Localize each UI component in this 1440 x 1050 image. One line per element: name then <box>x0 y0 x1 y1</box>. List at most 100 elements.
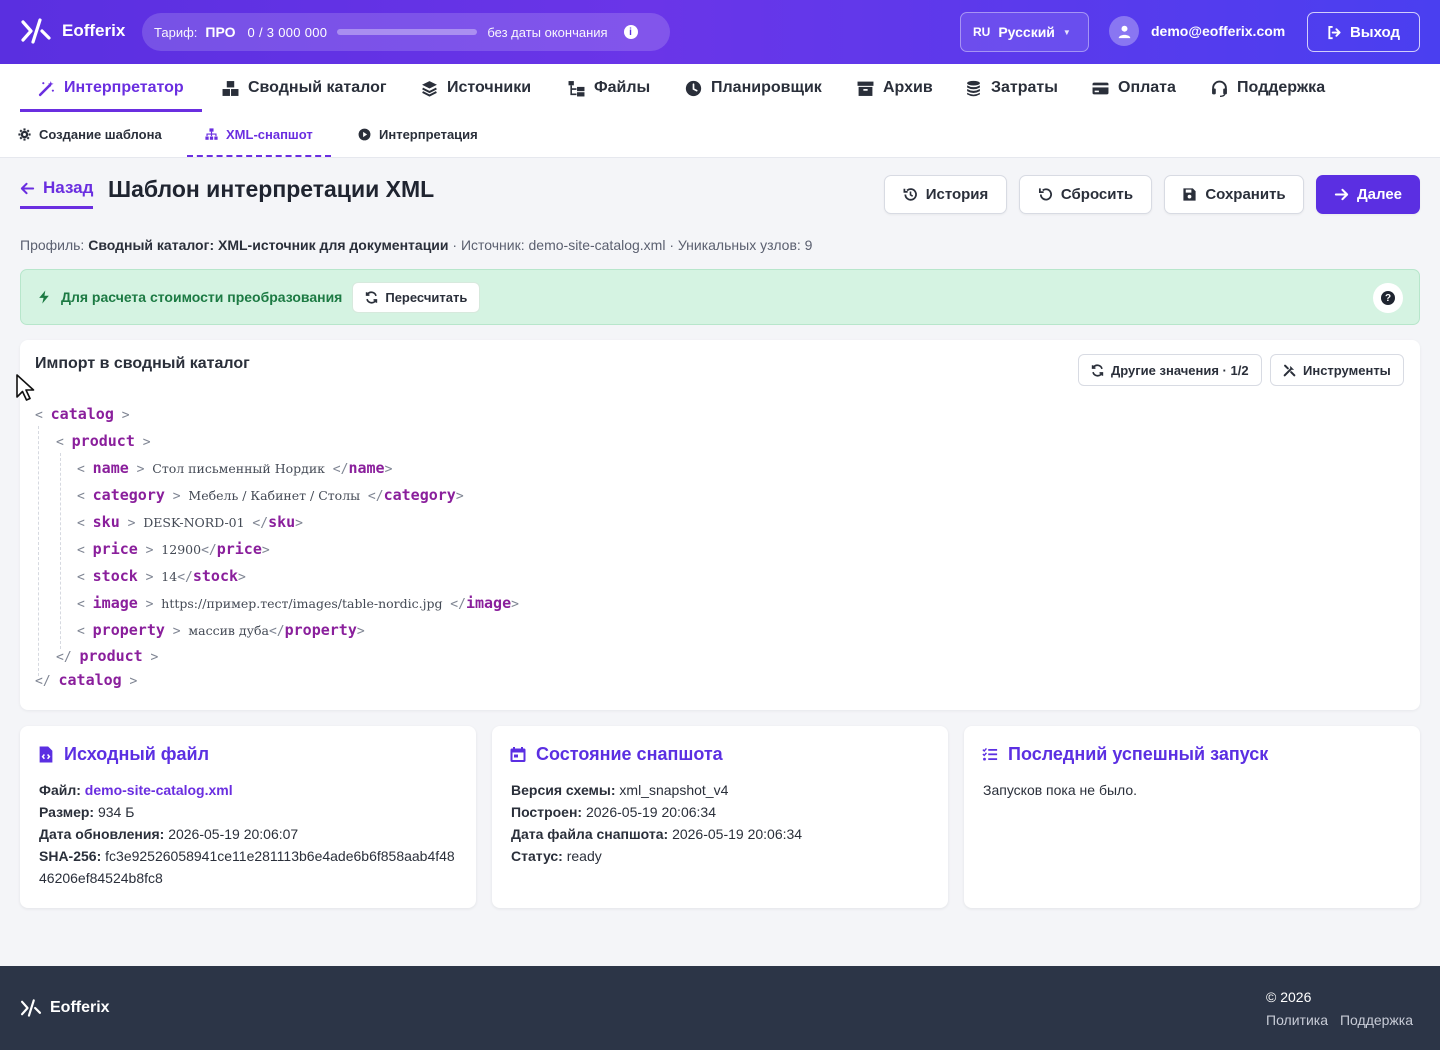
gear-icon <box>18 128 31 141</box>
field-label: Файл: <box>39 782 81 798</box>
folder-tree-icon <box>568 80 585 96</box>
source-value: demo-site-catalog.xml <box>528 237 666 253</box>
nav-label: Интерпретатор <box>64 79 184 96</box>
last-run-card: Последний успешный запуск Запусков пока … <box>964 726 1420 908</box>
tools-button[interactable]: Инструменты <box>1270 354 1404 386</box>
empty-state-text: Запусков пока не было. <box>983 782 1138 798</box>
card-body: Версия схемы: xml_snapshot_v4 Построен: … <box>511 779 930 867</box>
nav-item-payment[interactable]: Оплата <box>1092 64 1176 112</box>
nav-item-files[interactable]: Файлы <box>568 64 650 112</box>
xml-tag: product <box>71 432 135 450</box>
xml-tag: sku <box>92 513 120 531</box>
coins-icon <box>967 80 980 96</box>
xml-tag: category <box>383 486 456 504</box>
layers-icon <box>422 80 437 97</box>
tab-template-creation[interactable]: Создание шаблона <box>18 112 162 157</box>
logout-label: Выход <box>1349 23 1401 41</box>
footer-links: Политика Поддержка <box>1266 1012 1413 1028</box>
user-email: demo@eofferix.com <box>1151 23 1286 39</box>
built-row: Построен: 2026-05-19 20:06:34 <box>511 801 930 823</box>
xml-value: массив дуба <box>188 623 269 638</box>
xml-value: 12900 <box>161 542 202 557</box>
nav-item-sources[interactable]: Источники <box>421 64 531 112</box>
tree-guide <box>38 426 39 676</box>
arrow-left-icon <box>20 182 35 194</box>
sync-icon <box>366 290 378 304</box>
updated-row: Дата обновления: 2026-05-19 20:06:07 <box>39 823 458 845</box>
xml-tag: product <box>79 647 143 665</box>
history-label: История <box>925 186 989 203</box>
other-values-button[interactable]: Другие значения · 1/2 <box>1078 354 1262 386</box>
policy-link[interactable]: Политика <box>1266 1012 1328 1028</box>
field-value: fc3e92526058941ce11e281113b6e4ade6b6f858… <box>39 848 455 886</box>
undo-icon <box>1038 188 1052 201</box>
xml-item-open[interactable]: < product > <box>56 431 151 451</box>
xml-field[interactable]: < image > https://пример.тест/images/tab… <box>77 593 519 613</box>
app-logo[interactable]: Eofferix <box>20 18 125 44</box>
user-menu[interactable]: demo@eofferix.com <box>1109 16 1285 46</box>
card-title-text: Исходный файл <box>64 744 210 764</box>
logout-button[interactable]: Выход <box>1307 12 1420 52</box>
plan-expiry: без даты окончания <box>487 24 608 40</box>
app-name: Eofferix <box>62 21 126 40</box>
nav-item-support[interactable]: Поддержка <box>1211 64 1325 112</box>
field-label: Построен: <box>511 804 583 820</box>
card-title-text: Состояние снапшота <box>536 744 723 764</box>
save-button[interactable]: Сохранить <box>1164 175 1304 214</box>
file-link[interactable]: demo-site-catalog.xml <box>85 782 233 798</box>
bolt-icon <box>39 290 49 304</box>
profile-meta: Профиль: Сводный каталог: XML-источник д… <box>20 237 812 253</box>
language-selector[interactable]: RU Русский ▼ <box>960 12 1089 52</box>
boxes-icon <box>222 80 239 96</box>
xml-tag: sku <box>268 513 296 531</box>
caret-down-icon: ▼ <box>1062 27 1071 37</box>
xml-root-close[interactable]: </ catalog > <box>35 670 137 690</box>
tab-label: Интерпретация <box>379 127 478 142</box>
clock-icon <box>685 80 702 96</box>
field-label: Дата обновления: <box>39 826 165 842</box>
mouse-cursor-icon <box>16 374 35 401</box>
tab-label: XML-снапшот <box>226 127 313 142</box>
next-button[interactable]: Далее <box>1316 175 1420 214</box>
nav-label: Файлы <box>594 79 651 96</box>
file-code-icon <box>39 746 53 763</box>
tab-xml-snapshot[interactable]: XML-снапшот <box>187 112 331 157</box>
back-link[interactable]: Назад <box>20 178 94 209</box>
reset-button[interactable]: Сбросить <box>1019 175 1152 214</box>
recalculate-button[interactable]: Пересчитать <box>352 281 481 313</box>
tab-interpretation[interactable]: Интерпретация <box>358 112 478 157</box>
xml-field[interactable]: < category > Мебель / Кабинет / Столы </… <box>77 485 464 505</box>
card-title-text: Последний успешный запуск <box>1008 744 1269 764</box>
nav-item-catalog[interactable]: Сводный каталог <box>222 64 387 112</box>
history-button[interactable]: История <box>884 175 1007 214</box>
xml-root-open[interactable]: < catalog > <box>35 404 130 424</box>
nav-item-scheduler[interactable]: Планировщик <box>685 64 822 112</box>
sitemap-icon <box>205 128 218 140</box>
plan-label: Тариф: <box>154 24 198 40</box>
xml-field[interactable]: < property > массив дуба</property> <box>77 620 365 640</box>
xml-field[interactable]: < name > Стол письменный Нордик </name> <box>77 458 392 478</box>
field-label: Статус: <box>511 848 563 864</box>
footer-logo[interactable]: Eofferix <box>20 999 110 1017</box>
alert-text: Для расчета стоимости преобразования <box>61 289 343 305</box>
profile-label: Профиль: <box>20 237 85 253</box>
help-button[interactable]: ? <box>1373 283 1403 313</box>
xml-tag: catalog <box>50 405 114 423</box>
xml-field[interactable]: < price > 12900</price> <box>77 539 270 559</box>
support-link[interactable]: Поддержка <box>1340 1012 1413 1028</box>
field-value: 934 Б <box>97 804 135 820</box>
info-icon[interactable]: i <box>623 25 638 39</box>
xml-item-close[interactable]: </ product > <box>56 646 158 666</box>
xml-tag: name <box>348 459 385 477</box>
xml-snapshot-panel: Импорт в сводный каталог Другие значения… <box>20 340 1420 710</box>
nav-item-archive[interactable]: Архив <box>857 64 933 112</box>
xml-field[interactable]: < sku > DESK-NORD-01 </sku> <box>77 512 303 532</box>
size-row: Размер: 934 Б <box>39 801 458 823</box>
plan-indicator: Тариф: ПРО 0 / 3 000 000 без даты оконча… <box>142 13 670 51</box>
nav-item-costs[interactable]: Затраты <box>965 64 1058 112</box>
top-header: Eofferix Тариф: ПРО 0 / 3 000 000 без да… <box>0 0 1440 64</box>
nav-item-interpreter[interactable]: Интерпретатор <box>20 64 202 112</box>
sync-icon <box>1091 363 1104 377</box>
xml-tag: price <box>92 540 138 558</box>
xml-field[interactable]: < stock > 14</stock> <box>77 566 246 586</box>
